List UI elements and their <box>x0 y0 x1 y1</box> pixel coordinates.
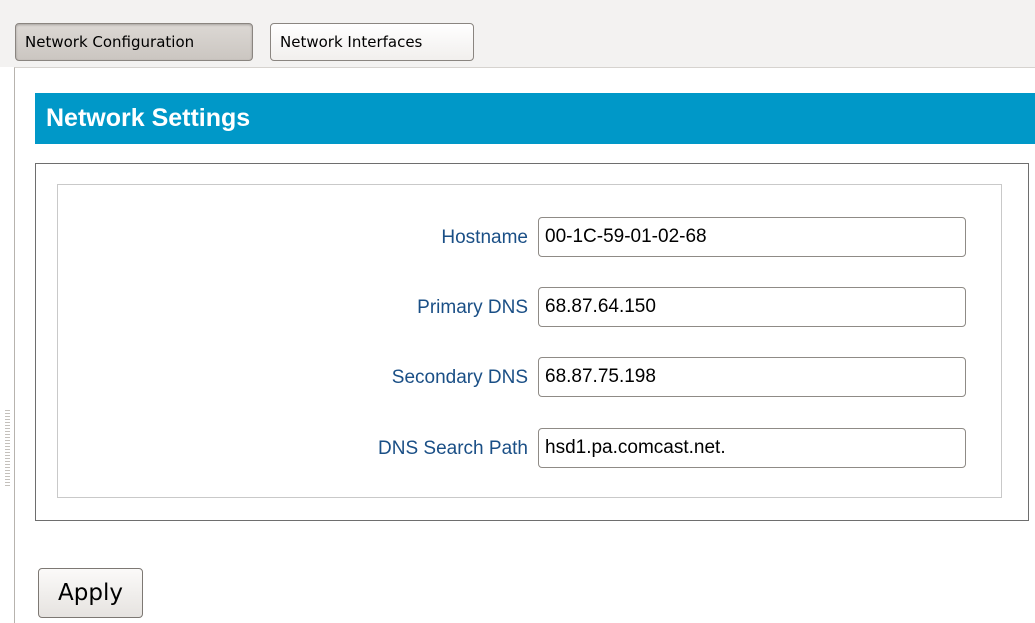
apply-button[interactable]: Apply <box>38 568 143 618</box>
resize-grip[interactable] <box>5 410 10 488</box>
hostname-label: Hostname <box>441 227 528 248</box>
dns-search-path-label: DNS Search Path <box>378 438 528 459</box>
tab-network-interfaces[interactable]: Network Interfaces <box>270 23 474 61</box>
secondary-dns-label: Secondary DNS <box>391 367 528 388</box>
tab-bar: Network Configuration Network Interfaces <box>0 0 1035 67</box>
primary-dns-field[interactable] <box>538 287 966 327</box>
network-config-page: Network Configuration Network Interfaces… <box>0 0 1035 623</box>
tab-network-configuration[interactable]: Network Configuration <box>15 23 253 61</box>
hostname-field[interactable] <box>538 217 966 257</box>
dns-search-path-field[interactable] <box>538 428 966 468</box>
primary-dns-label: Primary DNS <box>417 297 528 318</box>
section-title: Network Settings <box>35 93 1035 144</box>
secondary-dns-field[interactable] <box>538 357 966 397</box>
